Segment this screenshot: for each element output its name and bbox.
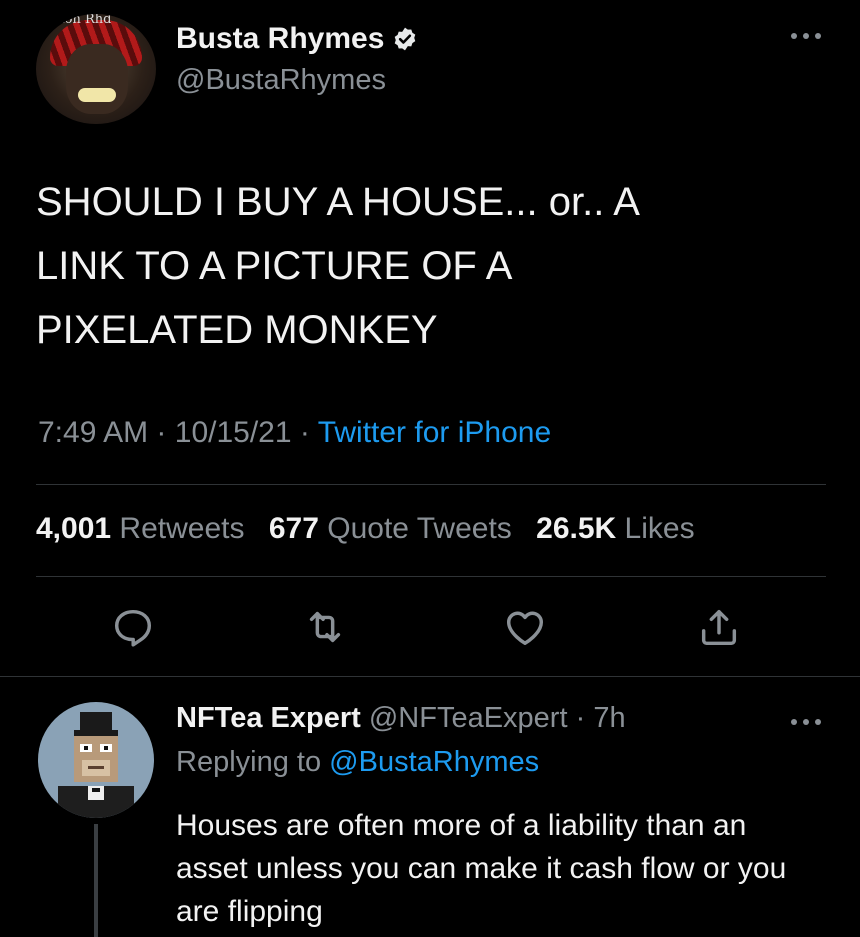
quotes-count: 677 <box>268 512 319 545</box>
divider <box>36 484 826 485</box>
reply-handle[interactable]: @NFTeaExpert <box>369 702 568 734</box>
author-avatar[interactable]: Lon Rhd <box>36 14 156 124</box>
retweets-count: 4,001 <box>36 512 112 545</box>
thread-line <box>94 824 98 937</box>
replying-label: Replying to <box>176 746 322 778</box>
tweet-meta: 7:49 AM · 10/15/21 · Twitter for iPhone <box>38 416 551 450</box>
tweet-time[interactable]: 7:49 AM <box>38 416 148 449</box>
reply-separator: · <box>575 702 586 734</box>
likes-label: Likes <box>624 512 695 545</box>
avatar-face <box>66 44 128 114</box>
likes-stat[interactable]: 26.5K Likes <box>536 512 694 545</box>
author-name-row: Busta Rhymes <box>176 22 418 56</box>
meta-separator: · <box>156 416 167 449</box>
retweets-label: Retweets <box>119 512 245 545</box>
reply-header: NFTea Expert @NFTeaExpert · 7h <box>176 702 626 735</box>
avatar-tag: Lon Rhd <box>56 14 112 27</box>
reply-display-name[interactable]: NFTea Expert <box>176 702 361 734</box>
verified-badge-icon <box>395 27 416 51</box>
reply-more-options-icon[interactable] <box>786 710 826 734</box>
tweet-text: SHOULD I BUY A HOUSE... or.. A LINK TO A… <box>36 180 640 352</box>
more-options-icon[interactable] <box>786 24 826 48</box>
meta-separator: · <box>299 416 310 449</box>
tweet-stats: 4,001 Retweets 677 Quote Tweets 26.5K Li… <box>36 512 695 546</box>
share-icon[interactable] <box>696 604 742 650</box>
section-divider <box>0 676 860 677</box>
likes-count: 26.5K <box>536 512 617 545</box>
like-icon[interactable] <box>502 604 548 650</box>
avatar-teeth <box>78 88 116 102</box>
reply-time[interactable]: 7h <box>593 702 625 734</box>
replying-to-line: Replying to @BustaRhymes <box>176 746 539 779</box>
tweet-date[interactable]: 10/15/21 <box>175 416 292 449</box>
pixel-ape-icon <box>58 712 134 818</box>
reply-text: Houses are often more of a liability tha… <box>176 809 787 928</box>
author-handle[interactable]: @BustaRhymes <box>176 64 386 97</box>
quotes-stat[interactable]: 677 Quote Tweets <box>269 512 512 545</box>
tweet-source[interactable]: Twitter for iPhone <box>318 416 551 449</box>
tweet-detail-page: Lon Rhd Busta Rhymes @BustaRhymes SHOULD… <box>0 0 860 937</box>
retweet-icon[interactable] <box>302 604 348 650</box>
reply-author-avatar[interactable] <box>38 702 154 818</box>
author-display-name[interactable]: Busta Rhymes <box>176 22 384 56</box>
retweets-stat[interactable]: 4,001 Retweets <box>36 512 244 545</box>
reply-icon[interactable] <box>110 604 156 650</box>
divider <box>36 576 826 577</box>
replying-mention[interactable]: @BustaRhymes <box>329 746 539 778</box>
quotes-label: Quote Tweets <box>327 512 512 545</box>
